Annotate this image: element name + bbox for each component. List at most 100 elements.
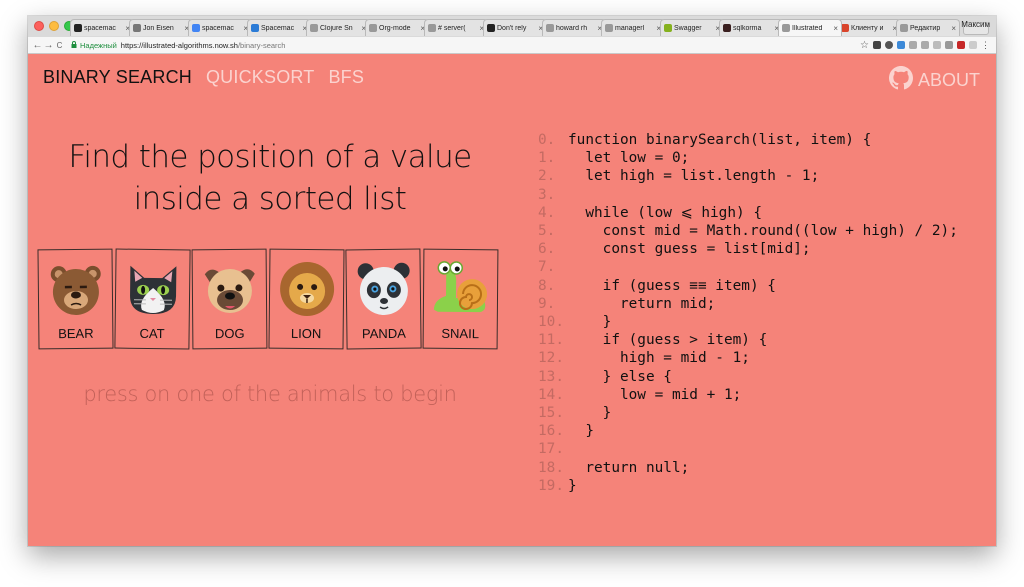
blue-extension-icon[interactable]	[897, 41, 905, 49]
code-text: if (guess ≡≡ item) {	[568, 277, 776, 294]
about-link[interactable]: ABOUT	[888, 66, 980, 95]
gray-extension-icon[interactable]	[945, 41, 953, 49]
info-extension-icon[interactable]	[885, 41, 893, 49]
line-number: 17.	[538, 441, 564, 458]
animal-label: BEAR	[58, 325, 94, 342]
tab-title: sqlkorma	[733, 24, 762, 32]
code-line: 5. const mid = Math.round((low + high) /…	[538, 222, 958, 240]
line-number: 14.	[538, 386, 564, 403]
browser-tab[interactable]: spacemac ×	[188, 19, 252, 36]
gray-extension-icon[interactable]	[921, 41, 929, 49]
line-number: 1.	[538, 150, 556, 167]
animal-label: PANDA	[361, 325, 406, 342]
bookmark-star-icon[interactable]: ☆	[860, 40, 869, 51]
animal-label: DOG	[214, 325, 245, 342]
code-line: 6. const guess = list[mid];	[538, 240, 958, 258]
animal-card-cat[interactable]: CAT	[114, 248, 191, 350]
code-line: 16. }	[538, 422, 958, 440]
gray-extension-icon[interactable]	[969, 41, 977, 49]
code-text: while (low ⩽ high) {	[568, 204, 762, 221]
window-controls	[34, 21, 74, 31]
extension-icons: ☆ ⋮	[860, 40, 990, 51]
animal-card-lion[interactable]: LION	[268, 248, 345, 350]
page-icon	[546, 24, 554, 32]
page-content: BINARY SEARCH QUICKSORT BFS ABOUT Find the…	[28, 54, 996, 546]
secure-label: Надежный	[80, 40, 117, 50]
animal-card-panda[interactable]: PANDA	[345, 248, 422, 350]
code-line: 2. let high = list.length - 1;	[538, 167, 958, 185]
code-text: }	[568, 423, 594, 440]
line-number: 15.	[538, 405, 564, 422]
animal-label: SNAIL	[441, 325, 480, 342]
gray-extension-icon[interactable]	[909, 41, 917, 49]
code-text: let high = list.length - 1;	[568, 168, 820, 185]
code-text: high = mid - 1;	[568, 350, 750, 367]
main-nav: BINARY SEARCH QUICKSORT BFS	[43, 67, 364, 88]
line-number: 9.	[538, 295, 556, 312]
close-tab-icon[interactable]: ×	[833, 24, 838, 33]
line-number: 10.	[538, 314, 564, 331]
line-number: 13.	[538, 368, 564, 385]
browser-tab[interactable]: Редактир ×	[896, 19, 960, 36]
profile-name[interactable]: Максим	[961, 20, 990, 29]
code-block: 0. function binarySearch(list, item) {1. …	[538, 131, 958, 495]
line-number: 19.	[538, 477, 564, 494]
browser-tab[interactable]: Swagger ×	[660, 19, 724, 36]
tab-title: spacemac	[202, 24, 234, 32]
red-extension-icon[interactable]	[957, 41, 965, 49]
tab-title: howard rh	[556, 24, 588, 32]
tab-strip: spacemac × Jon Eisen × spacemac × Spacemac × Clo…	[28, 16, 996, 38]
tab-title: Clojure Sn	[320, 24, 353, 32]
browser-tab[interactable]: managerl ×	[601, 19, 665, 36]
browser-tab[interactable]: Spacemac ×	[247, 19, 311, 36]
browser-tab[interactable]: Jon Eisen ×	[129, 19, 193, 36]
close-tab-icon[interactable]: ×	[951, 24, 956, 33]
browser-tab[interactable]: Clojure Sn ×	[306, 19, 370, 36]
shield-extension-icon[interactable]	[873, 41, 881, 49]
browser-tab[interactable]: spacemac ×	[70, 19, 134, 36]
nav-bfs[interactable]: BFS	[328, 67, 364, 88]
browser-tab[interactable]: howard rh ×	[542, 19, 606, 36]
about-label: ABOUT	[917, 70, 980, 90]
close-window-button[interactable]	[34, 21, 44, 31]
swagger-icon	[664, 24, 672, 32]
browser-tab[interactable]: # server(×	[424, 19, 488, 36]
browser-tab[interactable]: Org-mode ×	[365, 19, 429, 36]
browser-tab[interactable]: Illustrated ×	[778, 19, 842, 36]
animal-card-bear[interactable]: BEAR	[37, 248, 114, 350]
address-bar[interactable]: Надежный https://illustrated-algorithms.…	[71, 39, 860, 51]
tab-title: managerl	[615, 24, 645, 32]
code-line: 17.	[538, 440, 958, 458]
gray-extension-icon[interactable]	[933, 41, 941, 49]
animal-card-dog[interactable]: DOG	[191, 248, 268, 350]
animal-label: CAT	[139, 325, 165, 342]
tab-title: # server(	[438, 24, 466, 32]
nav-quicksort[interactable]: QUICKSORT	[206, 67, 314, 88]
back-button[interactable]: ←	[32, 40, 43, 51]
code-text: const mid = Math.round((low + high) / 2)…	[568, 223, 958, 240]
browser-tab[interactable]: sqlkorma ×	[719, 19, 783, 36]
nav-binary-search[interactable]: BINARY SEARCH	[43, 67, 192, 88]
line-number: 16.	[538, 423, 564, 440]
line-number: 12.	[538, 350, 564, 367]
code-line: 3.	[538, 186, 958, 204]
forward-button[interactable]: →	[43, 40, 54, 51]
code-text: }	[568, 477, 577, 494]
terminal-icon	[428, 24, 436, 32]
s-icon	[251, 24, 259, 32]
browser-tab[interactable]: Don't rely ×	[483, 19, 547, 36]
code-line: 19.}	[538, 477, 958, 495]
menu-dots-icon[interactable]: ⋮	[981, 40, 990, 51]
minimize-window-button[interactable]	[49, 21, 59, 31]
browser-tab[interactable]: Клиенту и ×	[837, 19, 901, 36]
browser-tabs: spacemac × Jon Eisen × spacemac × Spacemac × Clo…	[70, 19, 989, 36]
animal-cards: BEAR CAT DOG LION PANDA SNAIL	[37, 248, 500, 350]
reload-button[interactable]: C	[54, 41, 65, 50]
code-line: 0. function binarySearch(list, item) {	[538, 131, 958, 149]
github-icon	[888, 66, 913, 95]
title-line-1: Find the position of a value	[68, 139, 472, 175]
line-number: 18.	[538, 459, 564, 476]
animal-card-snail[interactable]: SNAIL	[422, 248, 499, 350]
page-icon	[782, 24, 790, 32]
address-toolbar: ← → C Надежный https://illustrated-algor…	[28, 37, 996, 54]
